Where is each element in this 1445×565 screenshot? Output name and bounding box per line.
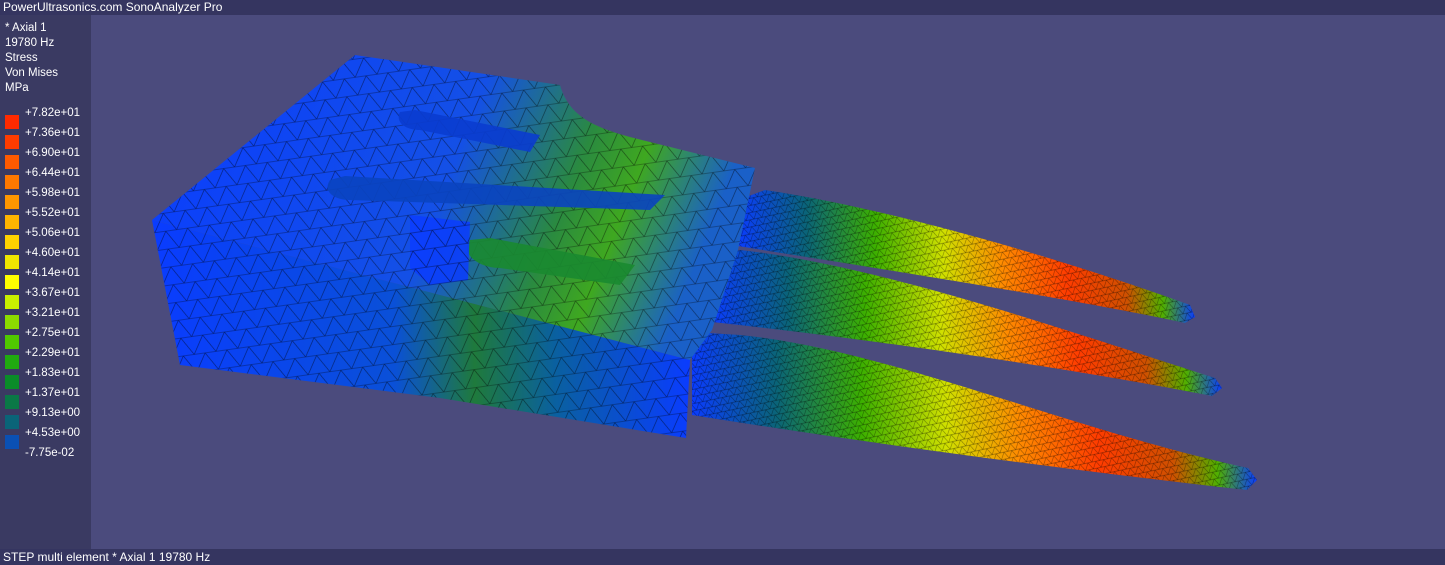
window-title: PowerUltrasonics.com SonoAnalyzer Pro [0,0,1445,15]
legend-label: +7.82e+01 [25,107,81,119]
legend-label: +3.21e+01 [25,307,81,319]
fea-model-view[interactable] [91,15,1445,549]
legend-label: +4.60e+01 [25,247,81,259]
component-label: Von Mises [5,67,59,79]
legend-swatch [5,315,19,329]
legend-swatch [5,295,19,309]
legend-swatch [5,355,19,369]
legend-swatch [5,275,19,289]
legend-label: +3.67e+01 [25,287,81,299]
legend-label: +1.37e+01 [25,387,81,399]
legend-swatch [5,415,19,429]
legend-label: +5.52e+01 [25,207,81,219]
frequency-label: 19780 Hz [5,37,55,49]
status-bar: STEP multi element * Axial 1 19780 Hz [0,549,1445,565]
result-type-label: Stress [5,52,38,64]
legend-label: +6.44e+01 [25,167,81,179]
legend-swatch [5,135,19,149]
block-step-notch [410,215,470,285]
legend-label: +5.98e+01 [25,187,81,199]
legend-swatch [5,215,19,229]
legend-swatch [5,235,19,249]
legend-swatch [5,435,19,449]
legend-label: +4.14e+01 [25,267,81,279]
legend-swatch [5,255,19,269]
legend-label: +5.06e+01 [25,227,81,239]
legend-swatch [5,375,19,389]
legend-swatch [5,115,19,129]
result-legend-panel: * Axial 1 19780 Hz Stress Von Mises MPa … [0,15,91,549]
result-info: * Axial 1 19780 Hz Stress Von Mises MPa [5,21,58,96]
legend-label: +6.90e+01 [25,147,81,159]
legend-swatch [5,175,19,189]
unit-label: MPa [5,82,29,94]
legend-swatch [5,395,19,409]
legend-swatch [5,155,19,169]
legend-label: -7.75e-02 [25,447,75,459]
legend-label: +1.83e+01 [25,367,81,379]
legend-label: +2.75e+01 [25,327,81,339]
legend-label: +4.53e+00 [25,427,81,439]
legend-swatch [5,195,19,209]
legend-label: +7.36e+01 [25,127,81,139]
legend-label: +9.13e+00 [25,407,81,419]
legend-swatch [5,335,19,349]
mode-label: * Axial 1 [5,22,47,34]
legend-label: +2.29e+01 [25,347,81,359]
3d-viewport[interactable] [91,15,1445,549]
